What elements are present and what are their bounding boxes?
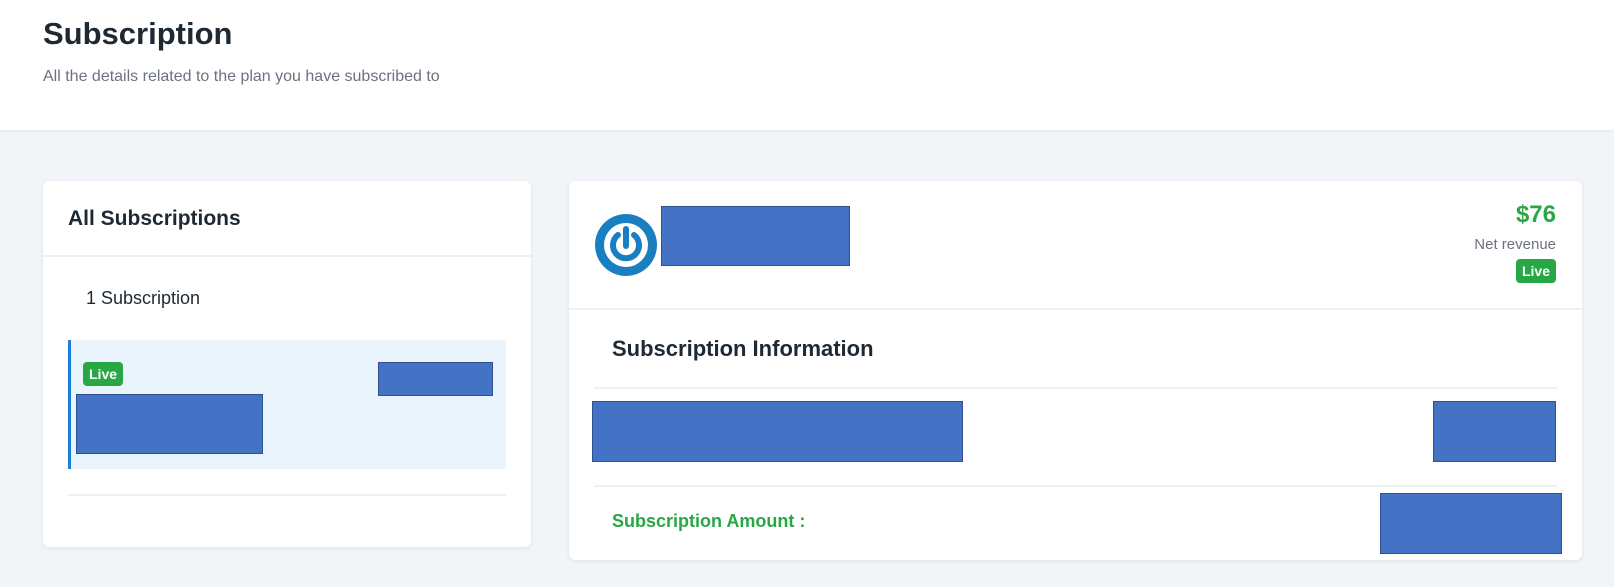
redacted-plan-name (661, 206, 850, 266)
subscription-info-heading: Subscription Information (612, 336, 874, 361)
divider (594, 387, 1557, 389)
subscription-list-item[interactable]: Live (68, 340, 506, 469)
subscription-amount-label: Subscription Amount : (612, 511, 806, 531)
redacted-info-label (592, 401, 963, 462)
status-badge: Live (83, 362, 124, 386)
net-revenue-value: $76 (1515, 201, 1556, 228)
redacted-subscription-amount (1380, 493, 1562, 554)
divider (68, 494, 506, 496)
divider (569, 308, 1582, 310)
power-icon (595, 214, 657, 276)
page-title: Subscription (43, 16, 233, 51)
divider (594, 485, 1557, 487)
divider (43, 255, 531, 257)
all-subscriptions-heading: All Subscriptions (68, 207, 241, 230)
page-subtitle: All the details related to the plan you … (43, 68, 440, 85)
all-subscriptions-card: All Subscriptions 1 Subscription Live (43, 181, 531, 547)
page-header: Subscription All the details related to … (0, 0, 1614, 130)
redacted-info-value (1433, 401, 1556, 462)
subscription-count: 1 Subscription (86, 288, 201, 308)
redacted-subscription-value (378, 362, 493, 396)
subscription-detail-card: $76 Net revenue Live Subscription Inform… (569, 181, 1582, 560)
net-revenue-label: Net revenue (1474, 236, 1556, 253)
status-badge: Live (1515, 259, 1556, 283)
redacted-subscription-name (76, 394, 263, 454)
